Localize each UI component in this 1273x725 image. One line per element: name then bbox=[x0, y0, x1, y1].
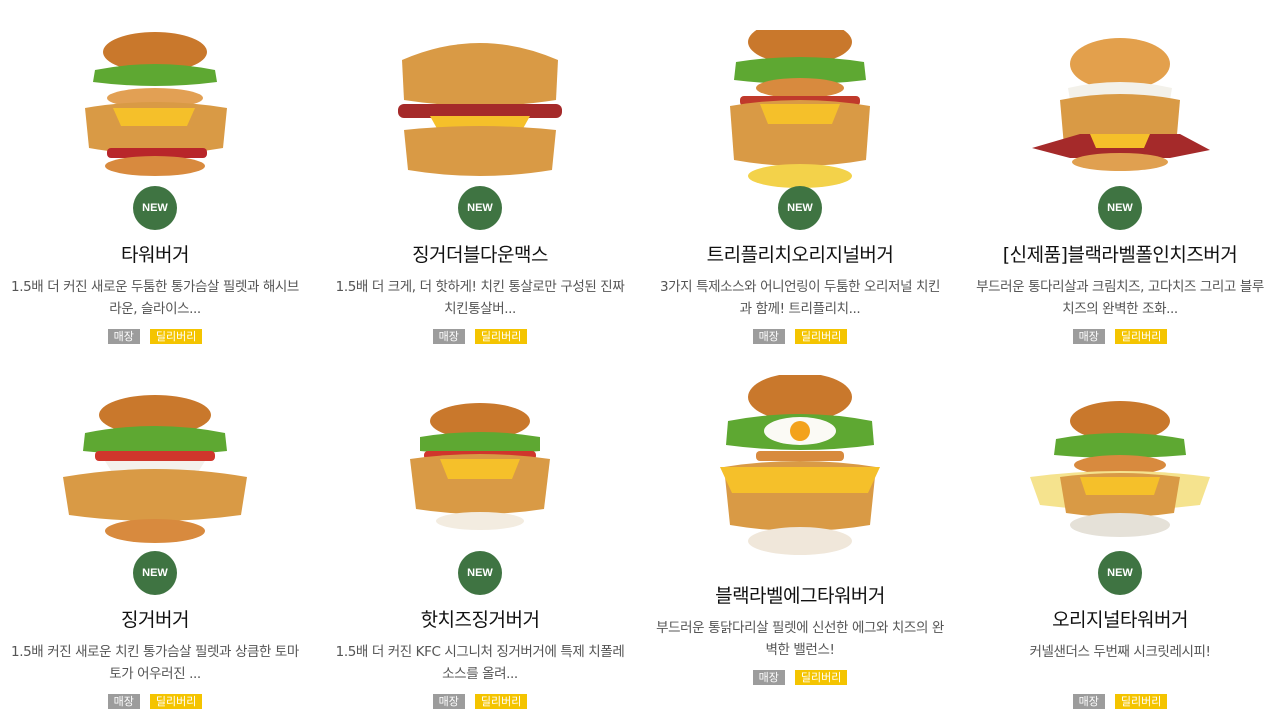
tag-delivery: 딜리버리 bbox=[149, 329, 203, 344]
menu-title[interactable]: 오리지널타워버거 bbox=[1052, 605, 1188, 632]
menu-description: 커넬샌더스 두번째 시크릿레시피! bbox=[1029, 644, 1211, 660]
menu-description: 1.5배 더 커진 새로운 두툼한 통가슴살 필렛과 해시브라운, 슬라이스..… bbox=[11, 279, 299, 317]
burger-icon bbox=[1030, 401, 1210, 537]
menu-title[interactable]: 블랙라벨에그타워버거 bbox=[715, 581, 885, 608]
menu-description: 3가지 특제소스와 어니언링이 두툼한 오리저널 치킨과 함께! 트리플리치..… bbox=[659, 279, 941, 317]
burger-image[interactable]: NEW bbox=[670, 20, 930, 230]
burger-image[interactable]: NEW bbox=[350, 385, 610, 595]
menu-card[interactable]: NEW 트리플리치오리지널버거 3가지 특제소스와 어니언링이 두툼한 오리저널… bbox=[650, 20, 950, 360]
menu-title[interactable]: [신제품]블랙라벨폴인치즈버거 bbox=[1003, 240, 1238, 267]
menu-title[interactable]: 타워버거 bbox=[121, 240, 189, 267]
menu-card[interactable]: NEW 징거버거 1.5배 커진 새로운 치킨 통가슴살 필렛과 상큼한 토마토… bbox=[5, 385, 305, 725]
menu-card[interactable]: NEW 핫치즈징거버거 1.5배 더 커진 KFC 시그니처 징거버거에 특제 … bbox=[330, 385, 630, 725]
new-badge: NEW bbox=[1098, 551, 1142, 595]
menu-card[interactable]: 블랙라벨에그타워버거 부드러운 통닭다리살 필렛에 신선한 에그와 치즈의 완벽… bbox=[650, 365, 950, 705]
burger-icon bbox=[398, 43, 562, 176]
burger-icon bbox=[85, 32, 227, 176]
menu-grid: NEW 타워버거 1.5배 더 커진 새로운 두툼한 통가슴살 필렛과 해시브라… bbox=[0, 0, 1273, 710]
burger-icon bbox=[410, 403, 550, 530]
menu-tags: 매장 딜리버리 bbox=[107, 694, 203, 709]
menu-tags: 매장 딜리버리 bbox=[432, 694, 528, 709]
menu-description: 1.5배 더 커진 KFC 시그니처 징거버거에 특제 치폴레 소스를 올려..… bbox=[335, 644, 625, 682]
burger-image[interactable]: NEW bbox=[25, 20, 285, 230]
burger-image[interactable]: NEW bbox=[990, 385, 1250, 595]
burger-icon bbox=[720, 375, 880, 555]
menu-title[interactable]: 징거버거 bbox=[121, 605, 189, 632]
tag-store: 매장 bbox=[1072, 329, 1105, 344]
tag-delivery: 딜리버리 bbox=[474, 329, 528, 344]
menu-card[interactable]: NEW 징거더블다운맥스 1.5배 더 크게, 더 핫하게! 치킨 통살로만 구… bbox=[330, 20, 630, 360]
burger-icon bbox=[63, 395, 247, 543]
burger-icon bbox=[730, 30, 870, 188]
menu-tags: 매장 딜리버리 bbox=[107, 329, 203, 344]
tag-store: 매장 bbox=[432, 694, 465, 709]
tag-store: 매장 bbox=[1072, 694, 1105, 709]
menu-card[interactable]: NEW 타워버거 1.5배 더 커진 새로운 두툼한 통가슴살 필렛과 해시브라… bbox=[5, 20, 305, 360]
tag-delivery: 딜리버리 bbox=[794, 329, 848, 344]
menu-tags: 매장 딜리버리 bbox=[752, 670, 848, 685]
burger-image[interactable]: NEW bbox=[25, 385, 285, 595]
new-badge: NEW bbox=[133, 186, 177, 230]
new-badge: NEW bbox=[458, 186, 502, 230]
menu-description: 1.5배 커진 새로운 치킨 통가슴살 필렛과 상큼한 토마토가 어우러진 ..… bbox=[11, 644, 299, 682]
new-badge: NEW bbox=[133, 551, 177, 595]
menu-description: 부드러운 통다리살과 크림치즈, 고다치즈 그리고 블루치즈의 완벽한 조화..… bbox=[976, 279, 1264, 317]
menu-title[interactable]: 핫치즈징거버거 bbox=[421, 605, 540, 632]
tag-store: 매장 bbox=[752, 670, 785, 685]
new-badge: NEW bbox=[778, 186, 822, 230]
new-badge: NEW bbox=[1098, 186, 1142, 230]
menu-card[interactable]: NEW [신제품]블랙라벨폴인치즈버거 부드러운 통다리살과 크림치즈, 고다치… bbox=[970, 20, 1270, 360]
tag-delivery: 딜리버리 bbox=[1114, 329, 1168, 344]
burger-image[interactable]: NEW bbox=[350, 20, 610, 230]
tag-store: 매장 bbox=[752, 329, 785, 344]
menu-title[interactable]: 징거더블다운맥스 bbox=[412, 240, 548, 267]
menu-tags: 매장 딜리버리 bbox=[752, 329, 848, 344]
burger-icon bbox=[1032, 38, 1210, 171]
tag-store: 매장 bbox=[107, 329, 140, 344]
tag-delivery: 딜리버리 bbox=[474, 694, 528, 709]
menu-tags: 매장 딜리버리 bbox=[1072, 694, 1168, 709]
new-badge: NEW bbox=[458, 551, 502, 595]
tag-store: 매장 bbox=[107, 694, 140, 709]
tag-delivery: 딜리버리 bbox=[1114, 694, 1168, 709]
burger-image[interactable]: NEW bbox=[990, 20, 1250, 230]
menu-tags: 매장 딜리버리 bbox=[1072, 329, 1168, 344]
menu-tags: 매장 딜리버리 bbox=[432, 329, 528, 344]
tag-delivery: 딜리버리 bbox=[149, 694, 203, 709]
burger-image[interactable] bbox=[670, 365, 930, 575]
menu-description: 부드러운 통닭다리살 필렛에 신선한 에그와 치즈의 완벽한 밸런스! bbox=[656, 620, 944, 658]
menu-title[interactable]: 트리플리치오리지널버거 bbox=[707, 240, 894, 267]
tag-delivery: 딜리버리 bbox=[794, 670, 848, 685]
menu-description: 1.5배 더 크게, 더 핫하게! 치킨 통살로만 구성된 진짜 치킨통살버..… bbox=[335, 279, 625, 317]
menu-card[interactable]: NEW 오리지널타워버거 커넬샌더스 두번째 시크릿레시피! 매장 딜리버리 bbox=[970, 385, 1270, 725]
tag-store: 매장 bbox=[432, 329, 465, 344]
